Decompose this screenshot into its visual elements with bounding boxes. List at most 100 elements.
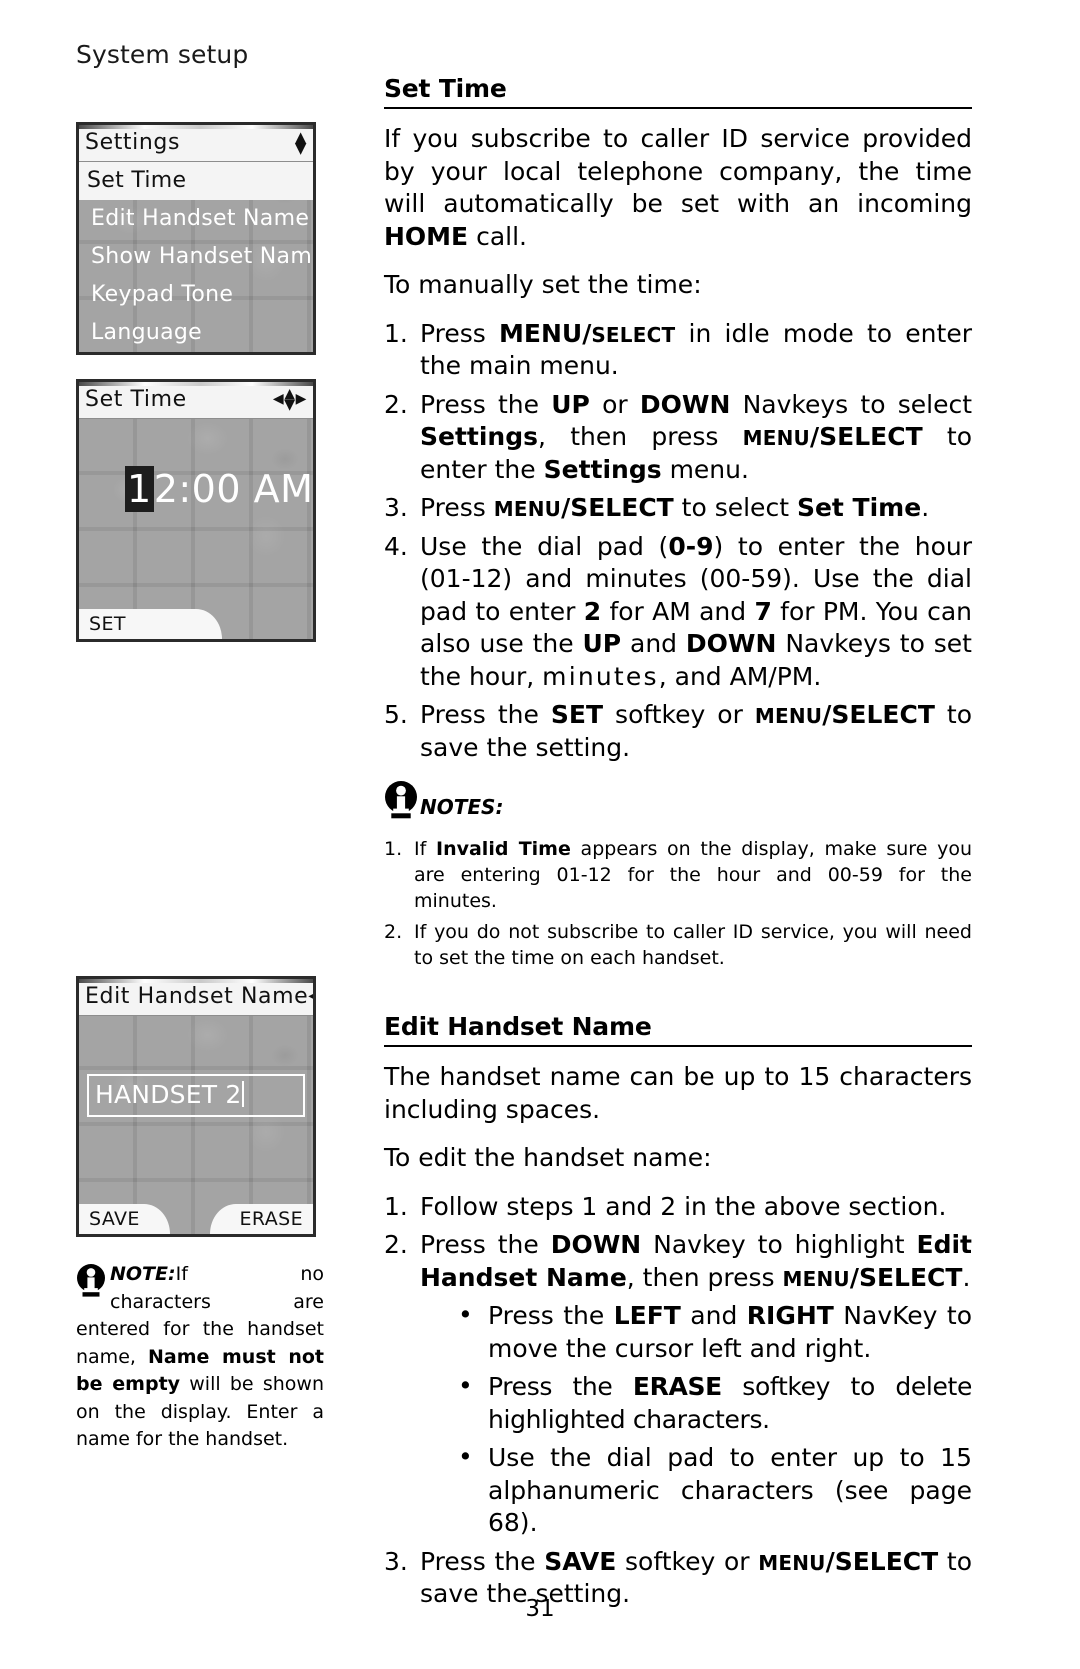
text-run: softkey or (603, 700, 755, 729)
bold-run: SAVE (544, 1546, 617, 1576)
menu-item-show-handset-name[interactable]: Show Handset Name (79, 238, 313, 276)
text-run: If you do not subscribe to caller ID ser… (414, 921, 972, 970)
info-icon (385, 781, 417, 819)
lcd-titlebar-edit-handset-name: Edit Handset Name ◀▶ (79, 979, 313, 1016)
menu-item-keypad-tone[interactable]: Keypad Tone (79, 276, 313, 314)
set-time-step-list: Press MENU/SELECT in idle mode to enter … (384, 318, 972, 765)
bold-run: /SELECT (822, 700, 935, 729)
text-run: Navkeys to select (730, 389, 973, 419)
step-item: Use the dial pad (0-9) to enter the hour… (384, 531, 972, 694)
lcd-screen-settings-menu: Settings ▲ ▼ Set Time Edit Handset Name S… (76, 122, 316, 355)
bullet-item: Press the ERASE softkey to delete highli… (454, 1370, 972, 1436)
lcd-title-text: Set Time (85, 387, 187, 412)
section-heading-set-time: Set Time (384, 74, 507, 103)
set-time-notes-list: If Invalid Time appears on the display, … (384, 836, 972, 971)
sub-bullet-list: Press the LEFT and RIGHT NavKey to move … (420, 1299, 972, 1540)
text-run: Press the (488, 1372, 633, 1402)
smallcaps-run: MENU (742, 426, 810, 450)
text-run: Use the dial pad to enter up to 15 alpha… (488, 1443, 972, 1538)
bold-run: 2 (583, 596, 602, 626)
page-number: 31 (525, 1596, 555, 1622)
step-text: Use the dial pad (0-9) to enter the hour… (420, 532, 972, 691)
menu-item-language[interactable]: Language (79, 314, 313, 352)
bold-run: DOWN (550, 1230, 642, 1260)
text-run: Follow steps 1 and 2 in the above sectio… (420, 1191, 947, 1221)
intro-text-b: call. (468, 221, 527, 251)
screen-bezel-highlight (79, 979, 313, 983)
menu-item-set-time[interactable]: Set Time (79, 162, 313, 200)
text-run: . (921, 493, 930, 522)
bold-run: Invalid Time (436, 838, 571, 860)
left-column: Settings ▲ ▼ Set Time Edit Handset Name S… (76, 122, 324, 1454)
screen-bezel-highlight (79, 125, 313, 129)
text-run: Press the (420, 1546, 545, 1576)
lcd-title-text: Settings (85, 130, 181, 155)
text-run: , then press (538, 422, 743, 451)
lcd-menu-list: Set Time Edit Handset Name Show Handset … (79, 162, 313, 352)
manual-page: System setup Settings ▲ ▼ Set Time Edit H… (0, 0, 1080, 1669)
text-run: for AM and (601, 596, 755, 626)
bold-run: Settings (420, 422, 539, 451)
softkey-set[interactable]: SET (79, 609, 222, 639)
step-text: Press the UP or DOWN Navkeys to select S… (420, 390, 972, 484)
four-way-arrows-icon: ◀ ▲ ▼ ▶ (272, 386, 307, 413)
bold-run: DOWN (685, 629, 777, 658)
lcd-titlebar-settings: Settings ▲ ▼ (79, 125, 313, 162)
bold-run: /SELECT (561, 493, 674, 522)
step-text: Press the DOWN Navkey to highlight Edit … (420, 1230, 972, 1292)
text-cursor (242, 1081, 245, 1107)
handset-name-input[interactable]: HANDSET 2 (87, 1074, 305, 1117)
step-text: Press MENU/SELECT to select Set Time. (420, 493, 929, 522)
bold-run: MENU/ (499, 318, 592, 348)
text-run: Press (420, 318, 500, 348)
intro-text-a: If you subscribe to caller ID service pr… (384, 124, 972, 218)
bold-run: 7 (754, 596, 772, 626)
bold-run: DOWN (639, 389, 731, 419)
step-item: Press the DOWN Navkey to highlight Edit … (384, 1229, 972, 1540)
bold-run: ERASE (632, 1372, 722, 1402)
text-run: to select (673, 493, 797, 522)
lcd-titlebar-set-time: Set Time ◀ ▲ ▼ ▶ (79, 382, 313, 419)
left-note-block: NOTE:If no characters are entered for th… (76, 1261, 324, 1454)
left-note-label: NOTE: (110, 1263, 176, 1285)
handset-name-value: HANDSET 2 (95, 1080, 242, 1109)
menu-item-edit-handset-name[interactable]: Edit Handset Name (79, 200, 313, 238)
section-heading-edit-handset-name: Edit Handset Name (384, 1012, 652, 1042)
bold-run: UP (551, 389, 590, 419)
set-time-lead-in: To manually set the time: (384, 270, 702, 299)
clock-highlighted-digit: 1 (125, 466, 154, 512)
text-run: or (589, 389, 640, 419)
text-run: and (680, 1301, 747, 1331)
bold-run: RIGHT (746, 1301, 834, 1331)
step-text: Press the SET softkey or MENU/SELECT to … (420, 700, 972, 762)
lcd-screen-set-time: Set Time ◀ ▲ ▼ ▶ 12:00 AM SET (76, 379, 316, 642)
smallcaps-run: MENU (493, 497, 562, 521)
softkey-erase[interactable]: ERASE (209, 1204, 313, 1234)
left-note-text: If no characters are entered for the han… (76, 1263, 324, 1450)
lcd-softkey-bar-set-time: SET (79, 609, 313, 639)
lcd-title-text: Edit Handset Name (85, 984, 309, 1009)
text-run: Press the (488, 1301, 614, 1331)
bold-run: /SELECT (810, 422, 923, 451)
softkey-save[interactable]: SAVE (79, 1204, 170, 1234)
text-run: . (962, 1262, 971, 1292)
set-time-intro: If you subscribe to caller ID service pr… (384, 123, 972, 253)
bold-run: UP (582, 629, 622, 658)
bold-run: LEFT (613, 1301, 681, 1331)
step-text: Follow steps 1 and 2 in the above sectio… (420, 1192, 946, 1221)
right-column: Set Time If you subscribe to caller ID s… (384, 74, 972, 1627)
notes-header: NOTES: (384, 780, 972, 822)
spaced-run: minutes (542, 661, 659, 691)
step-item: Press the SET softkey or MENU/SELECT to … (384, 699, 972, 764)
text-run: , then press (626, 1262, 783, 1292)
text-run: softkey or (616, 1546, 759, 1576)
section-rule (384, 107, 972, 109)
bold-run: Settings (543, 454, 662, 484)
text-run: , and AM/PM. (658, 661, 822, 691)
lcd-edit-area: HANDSET 2 (79, 1016, 313, 1204)
left-column-spacer (76, 666, 324, 976)
step-text: Press MENU/SELECT in idle mode to enter … (420, 319, 972, 381)
bold-run: Set Time (796, 493, 922, 522)
clock-value[interactable]: 12:00 AM (125, 466, 313, 512)
intro-bold-home: HOME (384, 221, 469, 251)
